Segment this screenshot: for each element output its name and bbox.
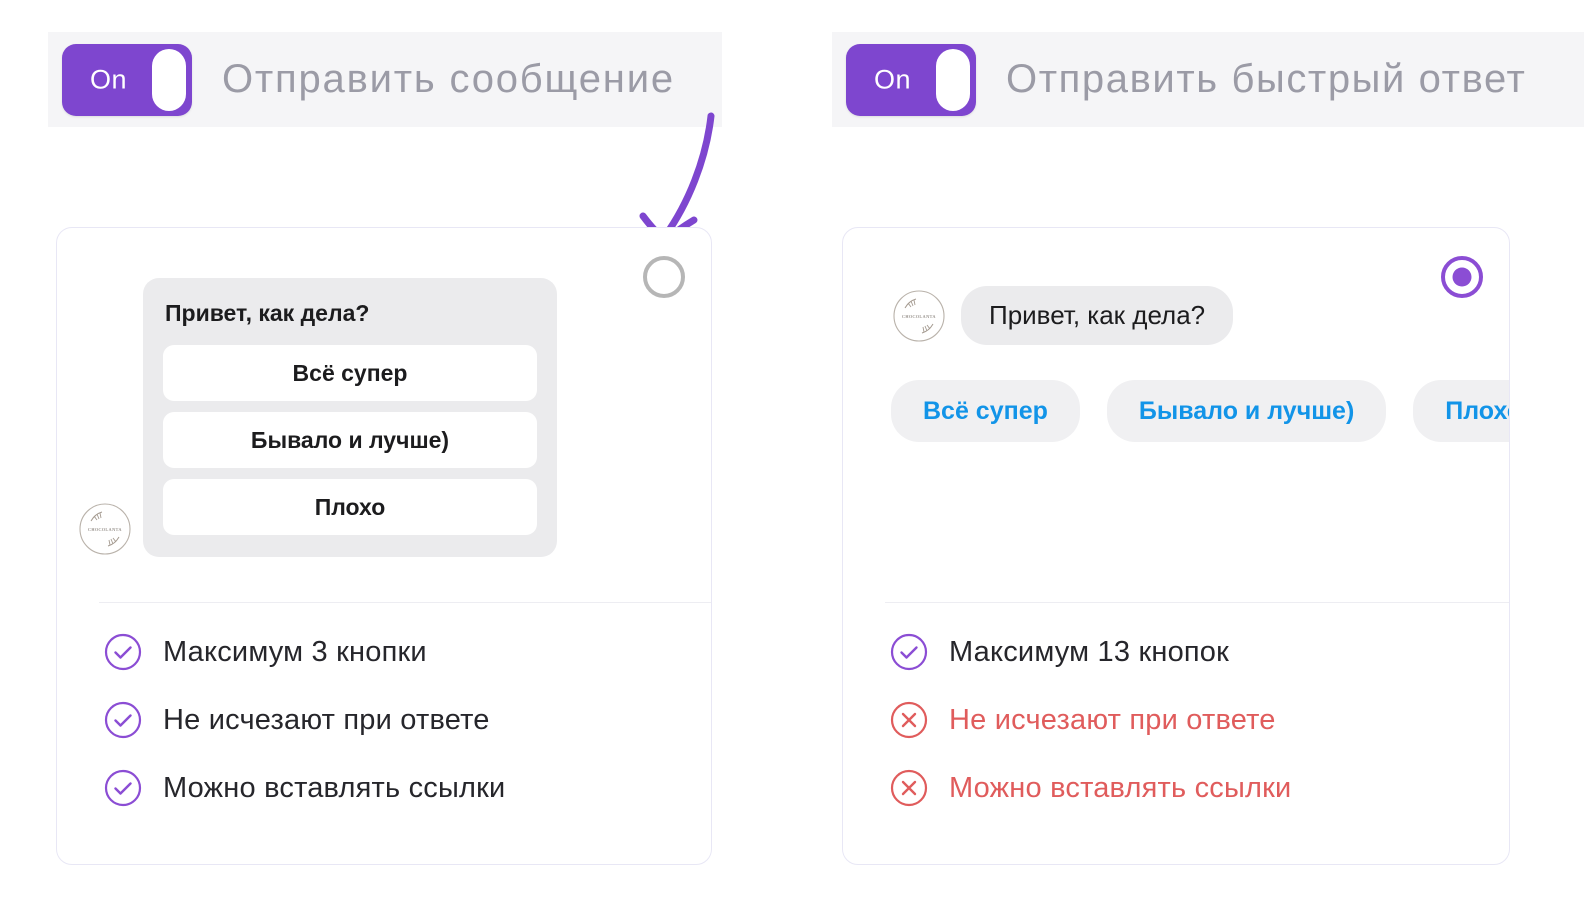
svg-text:CHOCOLANTA: CHOCOLANTA <box>902 314 936 319</box>
comparison-figure: On Отправить сообщение CHOCOLANTA Привет… <box>0 0 1588 906</box>
panel-title: Отправить быстрый ответ <box>1006 57 1527 101</box>
template-button[interactable]: Всё супер <box>163 345 537 401</box>
chocolanta-logo-avatar-icon: CHOCOLANTA <box>893 289 945 342</box>
card-divider <box>885 602 1509 603</box>
feature-label: Можно вставлять ссылки <box>163 771 506 804</box>
x-circle-icon <box>890 769 928 807</box>
message-preview: CHOCOLANTA Привет, как дела? <box>891 286 1234 345</box>
feature-list: Максимум 3 кнопки Не исчезают при ответе… <box>103 632 505 808</box>
feature-item: Можно вставлять ссылки <box>103 768 505 808</box>
panel-header: On Отправить сообщение <box>48 32 722 127</box>
button-template-bubble: Привет, как дела? Всё супер Бывало и луч… <box>143 278 557 557</box>
check-circle-icon <box>104 769 142 807</box>
preview-card-send-message[interactable]: CHOCOLANTA Привет, как дела? Всё супер Б… <box>56 227 712 865</box>
message-preview: CHOCOLANTA Привет, как дела? Всё супер Б… <box>77 278 689 557</box>
feature-label: Не исчезают при ответе <box>949 703 1276 736</box>
preview-card-send-quick-reply[interactable]: CHOCOLANTA Привет, как дела? Всё супер Б… <box>842 227 1510 865</box>
feature-item: Максимум 13 кнопок <box>889 632 1291 672</box>
quick-reply-chip[interactable]: Плохо <box>1413 380 1509 442</box>
feature-label: Максимум 3 кнопки <box>163 635 427 668</box>
panel-title: Отправить сообщение <box>222 57 675 101</box>
feature-item: Не исчезают при ответе <box>889 700 1291 740</box>
svg-text:CHOCOLANTA: CHOCOLANTA <box>88 527 122 532</box>
toggle-state-label: On <box>90 64 128 94</box>
feature-list: Максимум 13 кнопок Не исчезают при ответ… <box>889 632 1291 808</box>
toggle-state-label: On <box>874 64 912 94</box>
feature-item: Максимум 3 кнопки <box>103 632 505 672</box>
quick-reply-chip[interactable]: Бывало и лучше) <box>1106 380 1387 442</box>
check-circle-icon <box>890 633 928 671</box>
feature-item: Не исчезают при ответе <box>103 700 505 740</box>
check-circle-icon <box>104 701 142 739</box>
radio-select-send-quick-reply[interactable] <box>1441 256 1483 298</box>
toggle-switch-send-quick-reply[interactable]: On <box>846 43 976 116</box>
toggle-knob[interactable] <box>936 48 970 111</box>
template-button[interactable]: Бывало и лучше) <box>163 412 537 468</box>
template-button[interactable]: Плохо <box>163 479 537 535</box>
bubble-message-text: Привет, как дела? <box>165 300 370 326</box>
check-circle-icon <box>104 633 142 671</box>
x-circle-icon <box>890 701 928 739</box>
feature-label: Можно вставлять ссылки <box>949 771 1292 804</box>
toggle-knob[interactable] <box>152 48 186 111</box>
quick-reply-chip[interactable]: Всё супер <box>891 380 1080 442</box>
chocolanta-logo-avatar-icon: CHOCOLANTA <box>79 503 131 555</box>
feature-label: Максимум 13 кнопок <box>949 635 1230 668</box>
feature-item: Можно вставлять ссылки <box>889 768 1291 808</box>
card-divider <box>99 602 711 603</box>
feature-label: Не исчезают при ответе <box>163 703 490 736</box>
panel-send-quick-reply: On Отправить быстрый ответ CHOCOLANTA Пр… <box>790 0 1588 906</box>
panel-header: On Отправить быстрый ответ <box>832 32 1584 127</box>
chat-bubble: Привет, как дела? <box>961 286 1234 345</box>
quick-reply-chip-row: Всё супер Бывало и лучше) Плохо <box>891 380 1509 442</box>
toggle-switch-send-message[interactable]: On <box>62 43 192 116</box>
panel-send-message: On Отправить сообщение CHOCOLANTA Привет… <box>0 0 790 906</box>
